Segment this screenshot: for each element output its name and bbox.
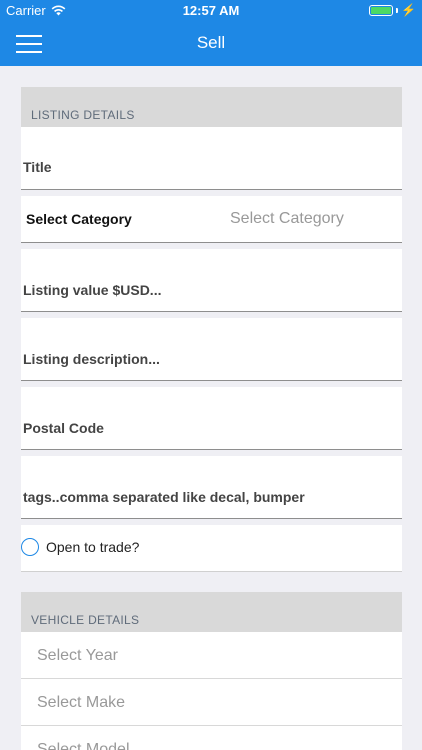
- listing-details-header: LISTING DETAILS: [21, 87, 402, 127]
- open-to-trade-radio[interactable]: [21, 538, 39, 556]
- charging-bolt-icon: ⚡: [401, 3, 416, 17]
- select-year-picker[interactable]: Select Year: [21, 632, 402, 679]
- page-title: Sell: [196, 33, 226, 52]
- title-input[interactable]: Title: [21, 127, 402, 190]
- listing-description-input[interactable]: Listing description...: [21, 318, 402, 381]
- category-value[interactable]: Select Category: [230, 210, 344, 228]
- sell-form: LISTING DETAILS Title Select Category Se…: [21, 87, 402, 750]
- status-right: ⚡: [369, 4, 416, 16]
- status-bar: Carrier 12:57 AM ⚡: [0, 0, 422, 22]
- category-picker[interactable]: Select Category Select Category: [21, 196, 402, 243]
- select-make-picker[interactable]: Select Make: [21, 679, 402, 726]
- hamburger-menu-icon[interactable]: [16, 33, 42, 55]
- battery-tip: [396, 7, 399, 13]
- category-label: Select Category: [26, 211, 132, 227]
- navigation-bar: Sell: [0, 22, 422, 66]
- battery-icon: [369, 4, 394, 16]
- tags-input[interactable]: tags..comma separated like decal, bumper: [21, 456, 402, 519]
- battery-level: [371, 6, 392, 14]
- sell-screen: Carrier 12:57 AM ⚡ Sell LISTING DETAILS …: [0, 0, 422, 750]
- vehicle-details-header: VEHICLE DETAILS: [21, 592, 402, 632]
- status-time: 12:57 AM: [182, 3, 240, 18]
- open-to-trade-label: Open to trade?: [46, 539, 140, 555]
- listing-value-input[interactable]: Listing value $USD...: [21, 249, 402, 312]
- select-model-picker[interactable]: Select Model: [21, 726, 402, 750]
- postal-code-input[interactable]: Postal Code: [21, 387, 402, 450]
- open-to-trade-row[interactable]: Open to trade?: [21, 525, 402, 572]
